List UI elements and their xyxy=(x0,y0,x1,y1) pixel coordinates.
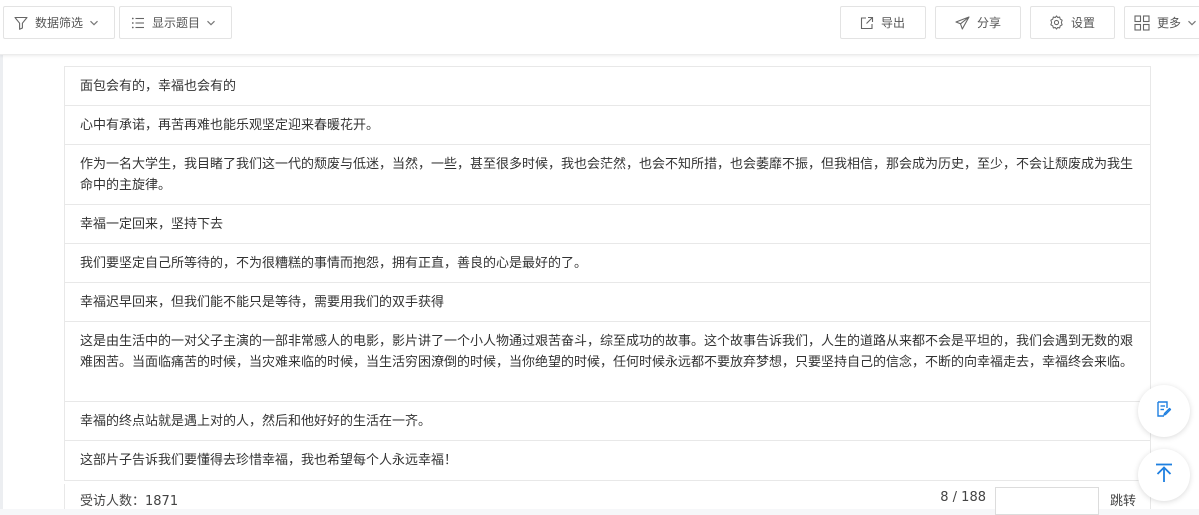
note-edit-button[interactable] xyxy=(1138,385,1190,437)
more-label: 更多 xyxy=(1157,16,1182,30)
table-row: 面包会有的，幸福也会有的 xyxy=(64,67,1151,106)
table-row: 幸福迟早回来，但我们能不能只是等待，需要用我们的双手获得 xyxy=(64,283,1151,322)
arrow-up-icon xyxy=(1153,462,1175,488)
answer-text: 面包会有的，幸福也会有的 xyxy=(80,79,237,94)
table-footer: 受访人数：1871 8 / 188 跳转 xyxy=(64,484,1151,515)
grid-icon xyxy=(1134,14,1150,31)
answer-text: 这部片子告诉我们要懂得去珍惜幸福，我也希望每个人永远幸福！ xyxy=(80,453,458,468)
chevron-down-icon xyxy=(1187,18,1197,28)
table-row: 幸福的终点站就是遇上对的人，然后和他好好的生活在一齐。 xyxy=(64,402,1151,441)
chevron-down-icon xyxy=(206,18,216,28)
table-row: 这是由生活中的一对父子主演的一部非常感人的电影，影片讲了一个小人物通过艰苦奋斗，… xyxy=(64,322,1151,402)
show-questions-label: 显示题目 xyxy=(152,16,201,30)
data-filter-label: 数据筛选 xyxy=(35,16,84,30)
settings-label: 设置 xyxy=(1071,16,1096,30)
export-label: 导出 xyxy=(881,16,906,30)
show-questions-button[interactable]: 显示题目 xyxy=(119,6,232,39)
answer-text: 幸福的终点站就是遇上对的人，然后和他好好的生活在一齐。 xyxy=(80,414,432,429)
answer-text: 这是由生活中的一对父子主演的一部非常感人的电影，影片讲了一个小人物通过艰苦奋斗，… xyxy=(80,334,1134,370)
data-filter-button[interactable]: 数据筛选 xyxy=(3,6,115,39)
page-number-input[interactable] xyxy=(995,487,1099,515)
export-button[interactable]: 导出 xyxy=(840,6,926,39)
share-label: 分享 xyxy=(977,16,1002,30)
list-icon xyxy=(131,16,145,30)
toolbar: 数据筛选 显示题目 导出 分享 设置 更多 xyxy=(0,0,1199,55)
more-button[interactable]: 更多 xyxy=(1124,6,1199,39)
answer-text: 心中有承诺，再苦再难也能乐观坚定迎来春暖花开。 xyxy=(80,118,380,133)
export-icon xyxy=(860,16,874,30)
table-row: 这部片子告诉我们要懂得去珍惜幸福，我也希望每个人永远幸福！ xyxy=(64,441,1151,481)
page-indicator: 8 / 188 xyxy=(940,490,986,505)
gear-icon xyxy=(1049,15,1064,30)
table-row: 作为一名大学生，我目睹了我们这一代的颓废与低迷，当然，一些，甚至很多时候，我也会… xyxy=(64,145,1151,205)
table-row: 幸福一定回来，坚持下去 xyxy=(64,205,1151,244)
chevron-down-icon xyxy=(89,18,99,28)
share-button[interactable]: 分享 xyxy=(935,6,1021,39)
send-icon xyxy=(955,15,970,30)
answers-table: 面包会有的，幸福也会有的 心中有承诺，再苦再难也能乐观坚定迎来春暖花开。 作为一… xyxy=(64,66,1151,481)
note-edit-icon xyxy=(1155,400,1173,422)
table-row: 我们要坚定自己所等待的，不为很糟糕的事情而抱怨，拥有正直，善良的心是最好的了。 xyxy=(64,244,1151,283)
answer-text: 幸福一定回来，坚持下去 xyxy=(80,217,224,232)
jump-button[interactable]: 跳转 xyxy=(1110,490,1136,509)
settings-button[interactable]: 设置 xyxy=(1030,6,1115,39)
answer-text: 作为一名大学生，我目睹了我们这一代的颓废与低迷，当然，一些，甚至很多时候，我也会… xyxy=(80,157,1134,193)
table-row: 心中有承诺，再苦再难也能乐观坚定迎来春暖花开。 xyxy=(64,106,1151,145)
answer-text: 我们要坚定自己所等待的，不为很糟糕的事情而抱怨，拥有正直，善良的心是最好的了。 xyxy=(80,256,588,271)
funnel-icon xyxy=(14,16,28,30)
answer-text: 幸福迟早回来，但我们能不能只是等待，需要用我们的双手获得 xyxy=(80,295,445,310)
respondent-count: 受访人数：1871 xyxy=(80,494,179,509)
back-to-top-button[interactable] xyxy=(1138,449,1190,501)
